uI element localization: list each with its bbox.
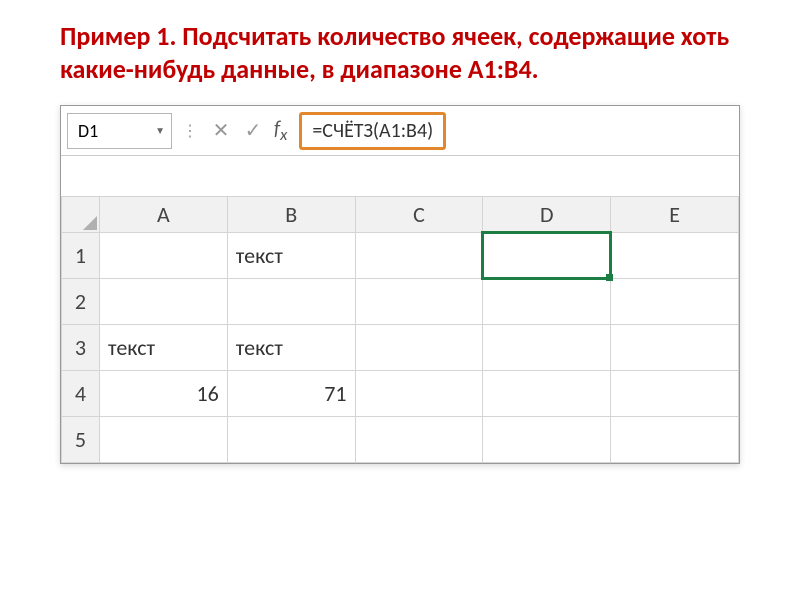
col-header-E[interactable]: E [611,197,739,233]
cell-C3[interactable] [355,325,483,371]
cell-E4[interactable] [611,371,739,417]
cell-C2[interactable] [355,279,483,325]
row-header-3[interactable]: 3 [62,325,100,371]
cell-C4[interactable] [355,371,483,417]
example-title: Пример 1. Подсчитать количество ячеек, с… [60,20,740,85]
cell-E2[interactable] [611,279,739,325]
cell-B1[interactable]: текст [227,233,355,279]
cell-E3[interactable] [611,325,739,371]
col-header-B[interactable]: B [227,197,355,233]
separator-icon: ⋮ [178,121,202,141]
formula-input[interactable]: =СЧЁТЗ(A1:B4) [299,112,446,150]
cell-C5[interactable] [355,417,483,463]
row-header-1[interactable]: 1 [62,233,100,279]
cell-D1[interactable] [483,233,611,279]
spreadsheet-grid[interactable]: A B C D E 1 текст 2 3 текст текст [61,196,739,463]
col-header-A[interactable]: A [100,197,228,233]
cell-A4[interactable]: 16 [100,371,228,417]
dropdown-icon[interactable]: ▼ [155,124,165,137]
cell-B3[interactable]: текст [227,325,355,371]
cell-A5[interactable] [100,417,228,463]
cell-A3[interactable]: текст [100,325,228,371]
name-box[interactable]: D1 ▼ [67,113,172,149]
cell-E1[interactable] [611,233,739,279]
cancel-icon[interactable]: ✕ [208,118,234,143]
cell-D5[interactable] [483,417,611,463]
cell-B4[interactable]: 71 [227,371,355,417]
select-all-corner[interactable] [62,197,100,233]
row-header-2[interactable]: 2 [62,279,100,325]
cell-E5[interactable] [611,417,739,463]
cell-D4[interactable] [483,371,611,417]
excel-screenshot: D1 ▼ ⋮ ✕ ✓ fx =СЧЁТЗ(A1:B4) A B C D E 1 … [60,105,740,464]
fx-icon[interactable]: fx [272,117,293,145]
confirm-icon[interactable]: ✓ [240,118,266,143]
cell-B5[interactable] [227,417,355,463]
cell-B2[interactable] [227,279,355,325]
row-header-5[interactable]: 5 [62,417,100,463]
cell-D2[interactable] [483,279,611,325]
cell-A1[interactable] [100,233,228,279]
row-header-4[interactable]: 4 [62,371,100,417]
name-box-value: D1 [78,120,98,142]
cell-A2[interactable] [100,279,228,325]
col-header-C[interactable]: C [355,197,483,233]
col-header-D[interactable]: D [483,197,611,233]
formula-bar: D1 ▼ ⋮ ✕ ✓ fx =СЧЁТЗ(A1:B4) [61,106,739,156]
cell-C1[interactable] [355,233,483,279]
cell-D3[interactable] [483,325,611,371]
